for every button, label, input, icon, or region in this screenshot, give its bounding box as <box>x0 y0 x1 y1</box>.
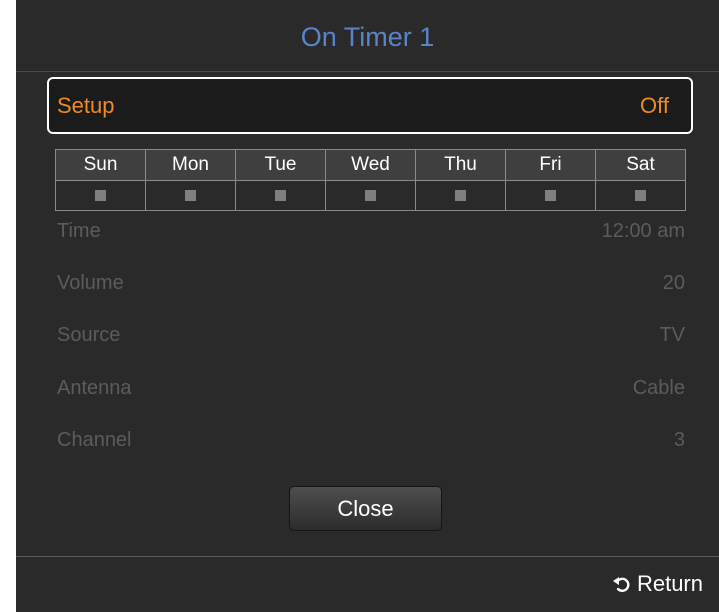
setup-value: Off <box>640 93 669 118</box>
day-checkbox-cell-fri[interactable] <box>505 179 596 211</box>
day-checkbox-wed[interactable] <box>365 189 376 201</box>
volume-option: Volume 20 <box>57 268 685 298</box>
day-label-tue: Tue <box>235 149 326 181</box>
day-checkbox-sun[interactable] <box>95 189 106 201</box>
dialog-title: On Timer 1 <box>300 22 435 52</box>
source-label: Source <box>57 324 121 346</box>
channel-option: Channel 3 <box>57 425 685 455</box>
day-label-sat: Sat <box>595 149 686 181</box>
day-checkbox-mon[interactable] <box>185 189 196 201</box>
setup-label: Setup <box>57 93 115 118</box>
time-value: 12:00 am <box>601 220 685 242</box>
day-label-mon: Mon <box>145 149 236 181</box>
return-label: Return <box>636 571 703 596</box>
setup-option[interactable]: Setup Off <box>47 77 693 134</box>
return-hint[interactable]: Return <box>612 566 703 602</box>
day-label-thu: Thu <box>415 149 506 181</box>
antenna-label: Antenna <box>57 377 132 399</box>
antenna-option: Antenna Cable <box>57 373 685 403</box>
close-button[interactable]: Close <box>289 486 442 531</box>
volume-value: 20 <box>662 272 685 294</box>
day-checkbox-cell-sat[interactable] <box>595 179 686 211</box>
day-label-wed: Wed <box>325 149 416 181</box>
day-label-sun: Sun <box>55 149 146 181</box>
channel-value: 3 <box>673 429 685 451</box>
day-checkbox-sat[interactable] <box>635 189 646 201</box>
channel-label: Channel <box>57 429 132 451</box>
weekday-selector: Sun Mon Tue Wed Thu Fri Sat <box>55 149 686 211</box>
return-arrow-icon <box>612 577 630 592</box>
source-value: TV <box>659 324 685 346</box>
on-timer-dialog: On Timer 1 Setup Off Sun Mon Tue Wed Thu… <box>16 0 719 612</box>
footer-divider <box>16 556 719 557</box>
day-checkbox-cell-mon[interactable] <box>145 179 236 211</box>
day-label-fri: Fri <box>505 149 596 181</box>
day-checkbox-tue[interactable] <box>275 189 286 201</box>
day-checkbox-cell-thu[interactable] <box>415 179 506 211</box>
volume-label: Volume <box>57 272 124 294</box>
day-checkbox-thu[interactable] <box>455 189 466 201</box>
antenna-value: Cable <box>632 377 685 399</box>
source-option: Source TV <box>57 320 685 350</box>
day-checkbox-cell-sun[interactable] <box>55 179 146 211</box>
time-label: Time <box>57 220 101 242</box>
title-divider <box>16 71 719 72</box>
day-checkbox-fri[interactable] <box>545 189 556 201</box>
day-checkbox-cell-wed[interactable] <box>325 179 416 211</box>
day-checkbox-cell-tue[interactable] <box>235 179 326 211</box>
time-option: Time 12:00 am <box>57 216 685 246</box>
